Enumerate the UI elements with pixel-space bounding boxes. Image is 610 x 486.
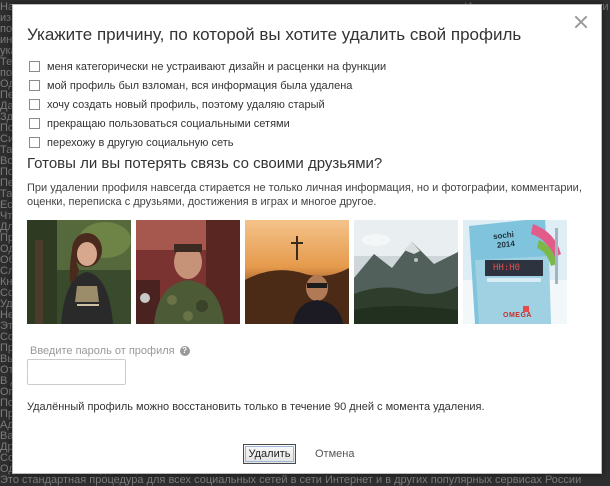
reason-list: меня категорически не устраивают дизайн … bbox=[29, 57, 386, 152]
help-icon[interactable]: ? bbox=[179, 346, 190, 356]
reason-label: меня категорически не устраивают дизайн … bbox=[47, 60, 387, 73]
reason-item-quit-social[interactable]: прекращаю пользоваться социальными сетям… bbox=[29, 114, 386, 133]
close-icon[interactable] bbox=[574, 15, 588, 29]
deletion-description: При удалении профиля навсегда стирается … bbox=[27, 182, 582, 208]
reason-checkbox[interactable] bbox=[29, 61, 40, 72]
delete-button[interactable]: Удалить bbox=[243, 444, 296, 464]
delete-profile-dialog: Укажите причину, по которой вы хотите уд… bbox=[12, 4, 602, 474]
dialog-title: Укажите причину, по которой вы хотите уд… bbox=[27, 25, 522, 44]
reason-label: перехожу в другую социальную сеть bbox=[47, 136, 234, 149]
friend-photo-olympic-clock[interactable]: sochi 2014 HH:H0 OMEGA bbox=[463, 220, 567, 324]
reason-checkbox[interactable] bbox=[29, 118, 40, 129]
password-input[interactable] bbox=[27, 359, 126, 385]
friend-photo-man-sunset[interactable] bbox=[245, 220, 349, 324]
reason-label: мой профиль был взломан, вся информация … bbox=[47, 79, 353, 92]
password-label: Введите пароль от профиля ? bbox=[30, 345, 190, 357]
reason-item-other-network[interactable]: перехожу в другую социальную сеть bbox=[29, 133, 386, 152]
reason-item-hacked[interactable]: мой профиль был взломан, вся информация … bbox=[29, 76, 386, 95]
reason-checkbox[interactable] bbox=[29, 137, 40, 148]
reason-label: прекращаю пользоваться социальными сетям… bbox=[47, 117, 290, 130]
friend-photo-man-camouflage[interactable] bbox=[136, 220, 240, 324]
reason-label: хочу создать новый профиль, поэтому удал… bbox=[47, 98, 325, 111]
friend-photo-mountains[interactable] bbox=[354, 220, 458, 324]
photo-sign-bottom: 2014 bbox=[496, 239, 516, 250]
friend-photo-woman-tree[interactable] bbox=[27, 220, 131, 324]
cancel-button[interactable]: Отмена bbox=[315, 444, 354, 464]
restore-note: Удалённый профиль можно восстановить тол… bbox=[27, 401, 485, 413]
password-label-text: Введите пароль от профиля bbox=[30, 345, 175, 357]
friend-photos: sochi 2014 HH:H0 OMEGA bbox=[27, 220, 569, 324]
background-text-line: Это стандартная процедура для всех социа… bbox=[0, 474, 582, 486]
reason-item-new-profile[interactable]: хочу создать новый профиль, поэтому удал… bbox=[29, 95, 386, 114]
reason-checkbox[interactable] bbox=[29, 80, 40, 91]
friends-warning-title: Готовы ли вы потерять связь со своими др… bbox=[27, 155, 383, 172]
photo-clock-display: HH:H0 bbox=[493, 263, 521, 273]
photo-brand-text: OMEGA bbox=[503, 312, 532, 319]
reason-item-design[interactable]: меня категорически не устраивают дизайн … bbox=[29, 57, 386, 76]
reason-checkbox[interactable] bbox=[29, 99, 40, 110]
